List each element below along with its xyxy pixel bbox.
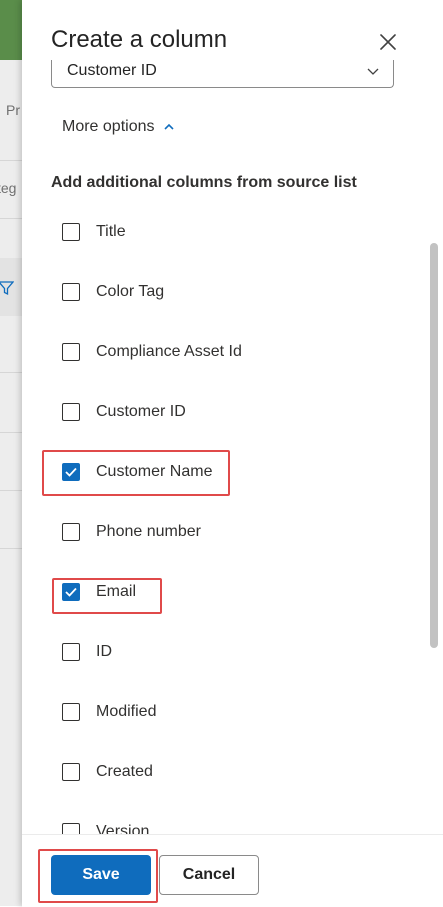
checkmark-icon: [65, 467, 77, 477]
more-options-toggle[interactable]: More options: [62, 118, 175, 136]
column-checkbox-label: ID: [96, 643, 112, 660]
background-divider: [0, 548, 22, 549]
panel-title: Create a column: [51, 26, 228, 53]
column-checkbox-label: Phone number: [96, 523, 201, 540]
background-page: Pr teg: [0, 0, 22, 906]
checkbox[interactable]: [62, 643, 80, 661]
background-divider: [0, 218, 22, 219]
panel-footer: Save Cancel: [22, 834, 443, 907]
checkbox-checked[interactable]: [62, 463, 80, 481]
column-checkbox-row[interactable]: Customer ID: [62, 400, 186, 424]
column-checkbox-label: Customer ID: [96, 403, 186, 420]
checkbox[interactable]: [62, 403, 80, 421]
column-checkbox-row[interactable]: Modified: [62, 700, 156, 724]
checkbox[interactable]: [62, 343, 80, 361]
checkbox[interactable]: [62, 223, 80, 241]
checkbox[interactable]: [62, 703, 80, 721]
column-checkbox-label: Email: [96, 583, 137, 600]
background-text-fragment: Pr: [6, 102, 20, 118]
column-checkbox-row[interactable]: Color Tag: [62, 280, 164, 304]
lookup-column-dropdown[interactable]: Customer ID: [51, 60, 394, 88]
checkbox-checked[interactable]: [62, 583, 80, 601]
checkbox[interactable]: [62, 823, 80, 834]
checkbox[interactable]: [62, 763, 80, 781]
column-checkbox-row[interactable]: Compliance Asset Id: [62, 340, 242, 364]
chevron-down-icon: [367, 68, 379, 75]
column-checkbox-row[interactable]: Version: [62, 820, 149, 834]
column-checkbox-row[interactable]: ID: [62, 640, 112, 664]
column-checkbox-row[interactable]: Title: [62, 220, 126, 244]
additional-columns-list: Title Color Tag Compliance Asset Id Custome…: [22, 200, 443, 834]
background-divider: [0, 490, 22, 491]
column-checkbox-label: Version: [96, 823, 150, 834]
background-text-fragment: teg: [0, 180, 17, 196]
background-divider: [0, 432, 22, 433]
column-checkbox-label: Customer Name: [96, 463, 213, 480]
additional-columns-heading: Add additional columns from source list: [51, 174, 357, 191]
column-checkbox-label: Color Tag: [96, 283, 165, 300]
background-divider: [0, 160, 22, 161]
scrollbar-thumb[interactable]: [430, 243, 438, 648]
save-button[interactable]: Save: [51, 855, 151, 895]
cancel-button[interactable]: Cancel: [159, 855, 259, 895]
filter-icon: [0, 281, 14, 296]
create-column-panel: Create a column Customer ID More options…: [22, 0, 443, 907]
more-options-label: More options: [62, 118, 155, 135]
column-checkbox-label: Created: [96, 763, 153, 780]
checkbox[interactable]: [62, 283, 80, 301]
checkbox[interactable]: [62, 523, 80, 541]
column-checkbox-label: Title: [96, 223, 126, 240]
checkmark-icon: [65, 587, 77, 597]
chevron-up-icon: [163, 123, 174, 130]
close-icon[interactable]: [378, 32, 398, 52]
column-checkbox-row[interactable]: Email: [62, 580, 136, 604]
background-header: [0, 0, 22, 60]
column-checkbox-label: Compliance Asset Id: [96, 343, 242, 360]
lookup-column-value: Customer ID: [67, 62, 157, 79]
column-checkbox-row[interactable]: Customer Name: [62, 460, 212, 484]
background-divider: [0, 372, 22, 373]
column-checkbox-row[interactable]: Created: [62, 760, 153, 784]
column-checkbox-label: Modified: [96, 703, 157, 720]
column-checkbox-row[interactable]: Phone number: [62, 520, 201, 544]
